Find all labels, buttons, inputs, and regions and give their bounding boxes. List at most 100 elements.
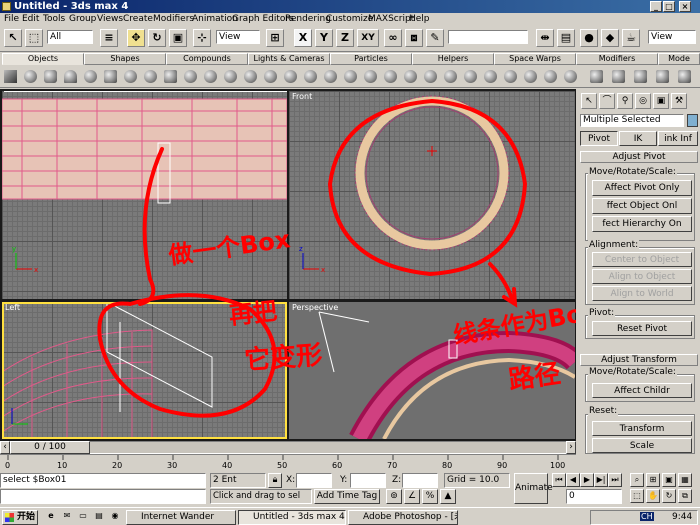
track-bar[interactable]: 0 10 20 30 40 50 60 70 80 90 100 <box>0 454 576 471</box>
menu-animation[interactable]: Animation <box>192 13 238 26</box>
close-button[interactable]: × <box>679 1 691 12</box>
l-ext-icon[interactable] <box>384 70 397 83</box>
torus-icon[interactable] <box>124 70 137 83</box>
prism-icon[interactable] <box>304 70 317 83</box>
hierarchy-panel-icon[interactable]: ⚲ <box>617 93 633 109</box>
axis-xy-button[interactable]: XY <box>357 29 379 47</box>
gengon-icon[interactable] <box>284 70 297 83</box>
modify-panel-icon[interactable]: ⌒ <box>599 93 615 109</box>
selection-filter-dropdown[interactable]: All <box>47 30 93 44</box>
current-frame-field[interactable]: 0 <box>566 489 622 504</box>
sphere-icon[interactable] <box>24 70 37 83</box>
menu-views[interactable]: Views <box>97 13 123 26</box>
menu-edit[interactable]: Edit <box>22 13 39 26</box>
hide-icon[interactable] <box>678 70 691 83</box>
hose-icon[interactable] <box>444 70 457 83</box>
adjust-pivot-rollout[interactable]: Adjust Pivot <box>580 151 698 163</box>
tab-space-warps[interactable]: Space Warps <box>494 53 576 65</box>
go-to-start-icon[interactable]: ⏮ <box>552 473 566 487</box>
prev-key-icon[interactable]: ◀ <box>566 473 580 487</box>
scatter-icon[interactable] <box>504 70 517 83</box>
coord-system-dropdown[interactable]: View <box>216 30 260 44</box>
tab-objects[interactable]: Objects <box>2 53 84 65</box>
align-icon[interactable]: ▤ <box>557 29 575 47</box>
chamfer-cyl-icon[interactable] <box>344 70 357 83</box>
align-to-world-button[interactable]: Align to World <box>592 286 692 301</box>
menu-maxscript[interactable]: MAXScript <box>368 13 414 26</box>
pan-icon[interactable]: ✋ <box>646 489 660 503</box>
menu-group[interactable]: Group <box>69 13 96 26</box>
axis-y-button[interactable]: Y <box>315 29 333 47</box>
tab-lights-cameras[interactable]: Lights & Cameras <box>248 53 330 65</box>
scale-icon[interactable]: ▣ <box>169 29 187 47</box>
quicklaunch-folder-icon[interactable]: ▤ <box>92 509 106 524</box>
zoom-extents-all-icon[interactable]: ▦ <box>678 473 692 487</box>
object-color-swatch[interactable] <box>687 114 698 127</box>
transform-icon[interactable]: ⊹ <box>193 29 211 47</box>
torus-knot-icon[interactable] <box>324 70 337 83</box>
zoom-all-icon[interactable]: ⊞ <box>646 473 660 487</box>
maxscript-input[interactable] <box>0 489 206 504</box>
selection-name-field[interactable]: Multiple Selected <box>580 114 684 127</box>
freeze-icon[interactable] <box>634 70 647 83</box>
maxscript-listener[interactable]: select $Box01 <box>0 473 206 488</box>
tab-modifiers[interactable]: Modifiers <box>576 53 658 65</box>
angle-snap-icon[interactable]: ∠ <box>404 489 420 504</box>
center-to-object-button[interactable]: Center to Object <box>592 252 692 267</box>
cylinder-icon[interactable] <box>44 70 57 83</box>
motion-panel-icon[interactable]: ◎ <box>635 93 651 109</box>
menu-tools[interactable]: Tools <box>43 13 65 26</box>
affect-object-only-button[interactable]: ffect Object Onl <box>592 198 692 214</box>
select-icon[interactable]: ↖ <box>4 29 22 47</box>
next-frame-icon[interactable]: › <box>566 441 576 454</box>
menu-customize[interactable]: Customize <box>326 13 373 26</box>
tab-mode[interactable]: Mode <box>658 53 700 65</box>
zoom-extents-icon[interactable]: ▣ <box>662 473 676 487</box>
tab-particles[interactable]: Particles <box>330 53 412 65</box>
menu-help[interactable]: Help <box>409 13 430 26</box>
task-photoshop[interactable]: Adobe Photoshop - [未标... <box>348 510 458 525</box>
ime-indicator[interactable]: CH <box>640 512 654 521</box>
menu-rendering[interactable]: Rendering <box>285 13 331 26</box>
tab-helpers[interactable]: Helpers <box>412 53 494 65</box>
teapot-icon[interactable] <box>144 70 157 83</box>
axis-x-button[interactable]: X <box>294 29 312 47</box>
arc-rotate-icon[interactable]: ↻ <box>662 489 676 503</box>
align-to-object-button[interactable]: Align to Object <box>592 269 692 284</box>
affect-hierarchy-only-button[interactable]: fect Hierarchy On <box>592 216 692 232</box>
box-icon[interactable] <box>4 70 17 83</box>
quick-render-icon[interactable]: ☕ <box>622 29 640 47</box>
z-coordinate-field[interactable] <box>402 473 438 488</box>
tab-compounds[interactable]: Compounds <box>166 53 248 65</box>
boolean-icon[interactable] <box>464 70 477 83</box>
zoom-icon[interactable]: ⌕ <box>630 473 644 487</box>
play-icon[interactable]: ▶ <box>580 473 594 487</box>
move-icon[interactable]: ✥ <box>127 29 145 47</box>
pivot-center-icon[interactable]: ⊞ <box>266 29 284 47</box>
menu-file[interactable]: File <box>4 13 19 26</box>
menu-modifiers[interactable]: Modifiers <box>153 13 194 26</box>
geosphere-icon[interactable] <box>84 70 97 83</box>
select-object-icon[interactable] <box>612 70 625 83</box>
edit-mesh-icon[interactable] <box>590 70 603 83</box>
affect-pivot-only-button[interactable]: Affect Pivot Only <box>592 180 692 196</box>
snap-toggle-icon[interactable]: ⊚ <box>386 489 402 504</box>
reset-scale-button[interactable]: Scale <box>592 438 692 453</box>
morph-icon[interactable] <box>564 70 577 83</box>
select-by-name-icon[interactable]: ≡ <box>100 29 118 47</box>
spindle-icon[interactable] <box>264 70 277 83</box>
chamfer-box-icon[interactable] <box>224 70 237 83</box>
time-slider-thumb[interactable]: 0 / 100 <box>10 441 90 454</box>
conform-icon[interactable] <box>524 70 537 83</box>
pyramid-icon[interactable] <box>164 70 177 83</box>
display-panel-icon[interactable]: ▣ <box>653 93 669 109</box>
animate-button[interactable]: Animate <box>514 473 553 504</box>
unlink-icon[interactable] <box>656 70 669 83</box>
quicklaunch-ie-icon[interactable]: e <box>44 509 58 524</box>
connect-icon[interactable] <box>544 70 557 83</box>
tab-link-info[interactable]: ink Inf <box>658 131 698 146</box>
mirror-icon[interactable]: ⧈ <box>405 29 423 47</box>
next-key-icon[interactable]: ▶| <box>594 473 608 487</box>
adjust-transform-rollout[interactable]: Adjust Transform <box>580 354 698 366</box>
y-coordinate-field[interactable] <box>350 473 386 488</box>
